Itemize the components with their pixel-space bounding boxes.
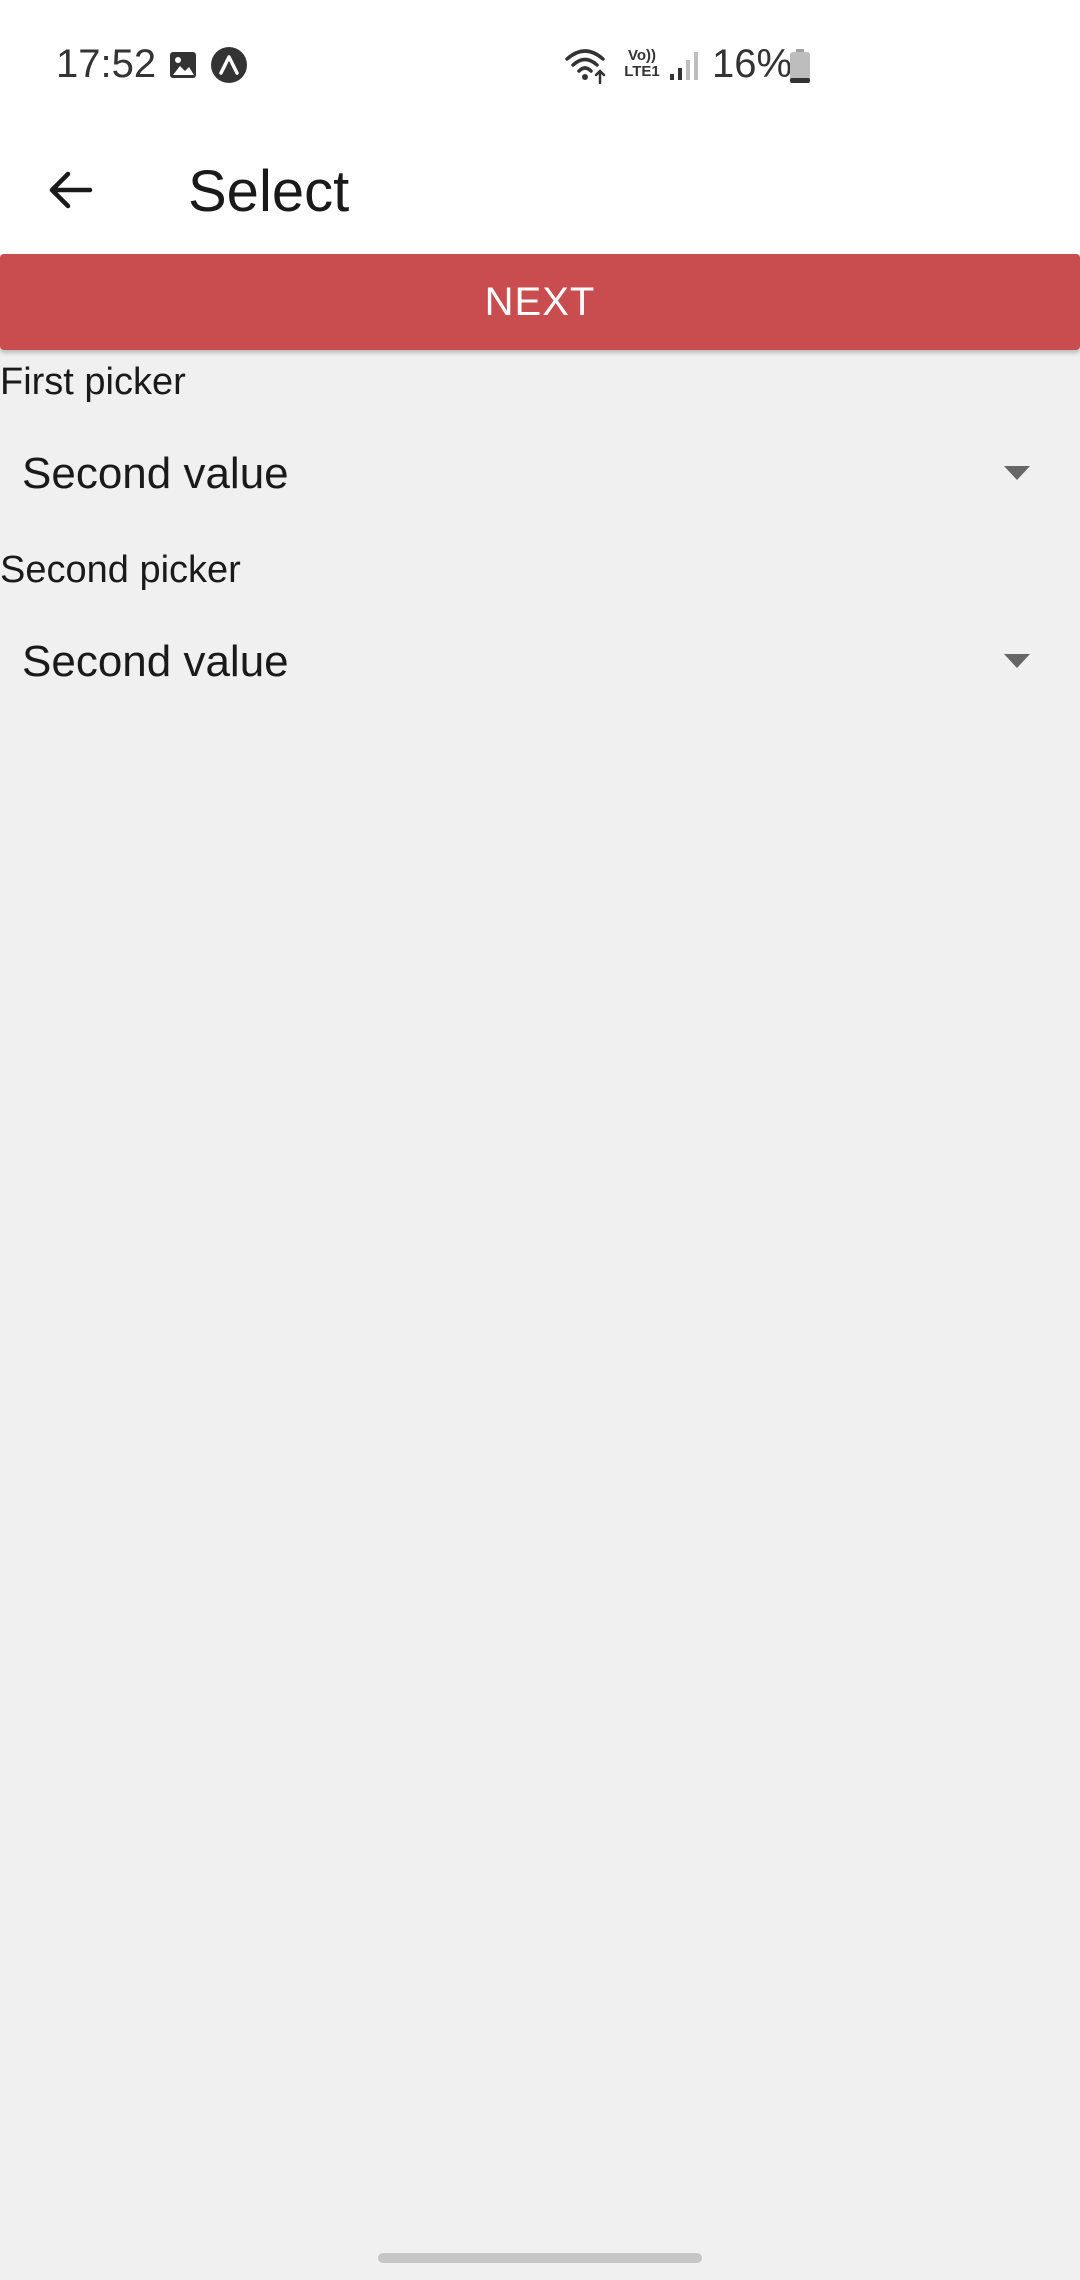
first-picker-label: First picker: [0, 361, 186, 403]
status-time: 17:52: [56, 42, 157, 86]
signal-icon: [670, 52, 698, 80]
dropdown-arrow-icon: [1004, 654, 1030, 668]
lte-label: LTE1: [624, 63, 660, 80]
next-button[interactable]: NEXT: [0, 254, 1080, 350]
first-picker[interactable]: Second value: [0, 418, 1080, 530]
volte-lte1-icon: Vo)) LTE1: [620, 48, 664, 84]
expo-icon: [211, 47, 247, 83]
second-picker[interactable]: Second value: [0, 606, 1080, 718]
gesture-nav-handle[interactable]: [378, 2253, 702, 2263]
wifi-icon: [565, 49, 606, 84]
arrow-left-icon: [49, 171, 93, 209]
second-picker-label: Second picker: [0, 549, 241, 591]
app-bar: Select: [0, 130, 1080, 254]
first-picker-value: Second value: [22, 449, 289, 498]
status-bar: 17:52 Vo)) LTE1 16%: [0, 0, 1080, 130]
next-button-label: NEXT: [484, 279, 596, 324]
page-title: Select: [188, 159, 350, 224]
second-picker-value: Second value: [22, 637, 289, 686]
battery-percent: 16%: [712, 42, 793, 86]
dropdown-arrow-icon: [1004, 466, 1030, 480]
volte-label: Vo)): [627, 47, 657, 64]
back-button[interactable]: [28, 148, 112, 232]
image-icon: [170, 52, 196, 78]
battery-icon: [790, 49, 810, 83]
